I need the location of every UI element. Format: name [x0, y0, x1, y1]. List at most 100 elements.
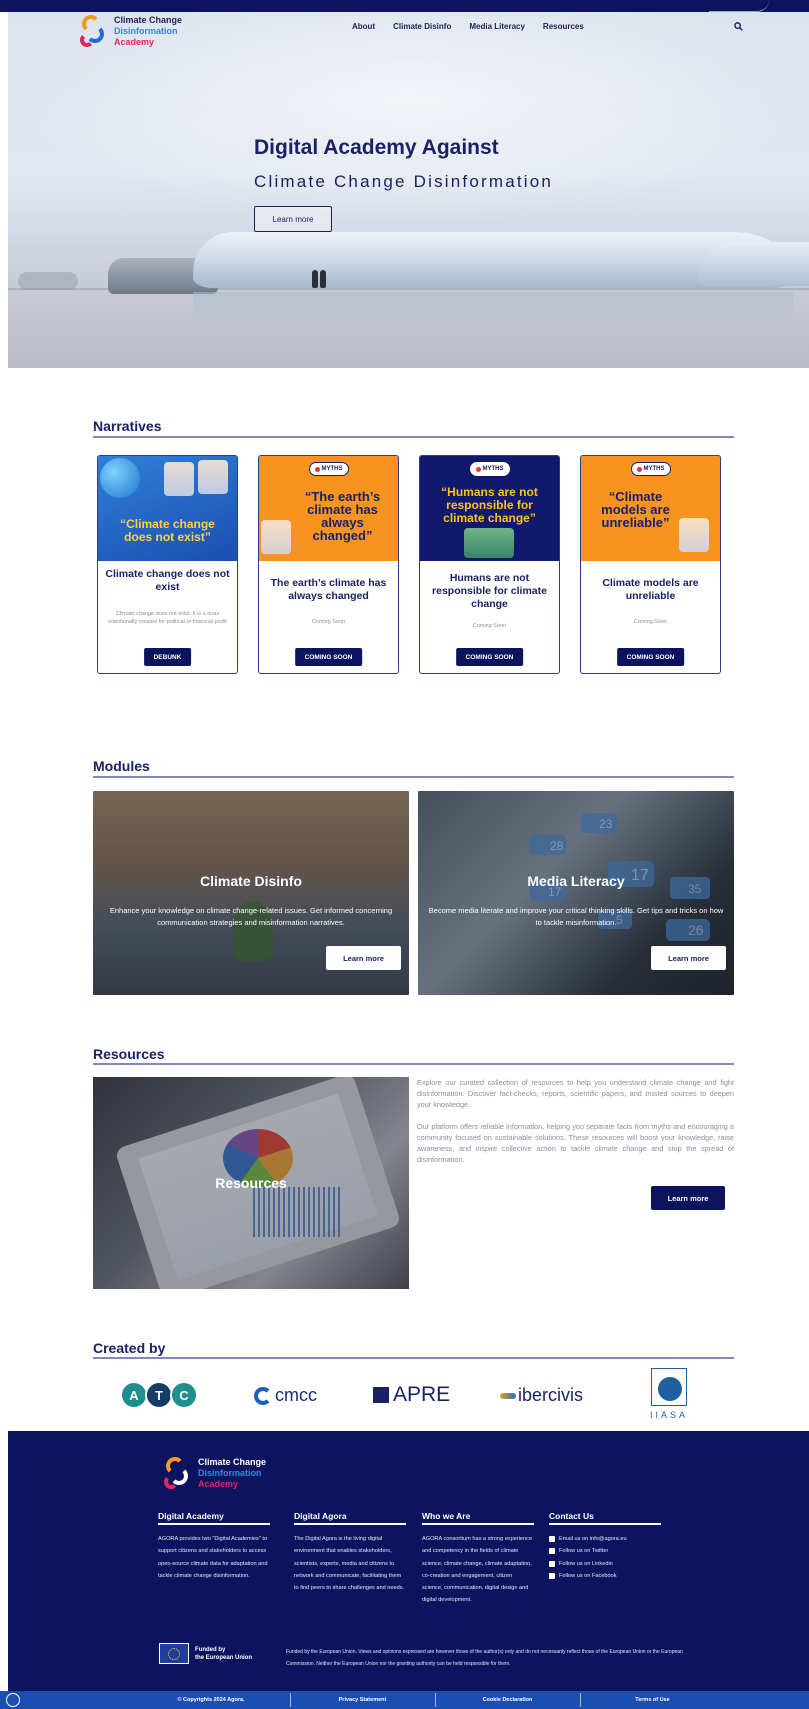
iceberg-reflection [193, 292, 793, 322]
cmcc-wordmark: cmcc [275, 1385, 317, 1405]
narrative-card-image: “Climate change does not exist” [98, 456, 237, 561]
penguin-figure [320, 270, 326, 288]
cmcc-ring-icon [254, 1386, 272, 1405]
site-footer: Climate Change Disinformation Academy Di… [8, 1431, 809, 1691]
coming-soon-button[interactable]: COMING SOON [455, 648, 524, 666]
penguin-figure [312, 270, 318, 288]
coming-soon-button[interactable]: COMING SOON [616, 648, 685, 666]
person-illustration [679, 518, 709, 552]
narrative-card-image: MYTHS “Climate models are unreliable” [581, 456, 720, 561]
nav-resources[interactable]: Resources [543, 22, 584, 31]
atc-letter: A [120, 1381, 148, 1409]
privacy-link[interactable]: Privacy Statement [290, 1691, 435, 1709]
nav-climate-disinfo[interactable]: Climate Disinfo [393, 22, 451, 31]
debunk-button[interactable]: DEBUNK [143, 648, 192, 666]
logo-line-3: Academy [198, 1478, 239, 1489]
logo-line-2: Disinformation [114, 25, 178, 36]
contact-label: Follow us on Linkedin [559, 1560, 613, 1567]
globe-icon [100, 458, 140, 498]
iiasa-logo[interactable]: IIASA [648, 1368, 690, 1424]
footer-column-digital-academy: Digital Academy AGORA provides two "Digi… [158, 1511, 270, 1582]
narrative-card-desc: Coming Soon [311, 619, 346, 625]
narrative-card-desc: Coming Soon [472, 623, 507, 629]
narrative-card-title: Climate models are unreliable [602, 577, 699, 602]
hero-learn-more-button[interactable]: Learn more [254, 206, 332, 232]
module-learn-more-button[interactable]: Learn more [651, 946, 726, 970]
contact-label: Email us on info@agora.eu [559, 1536, 627, 1542]
resources-rule [93, 1063, 734, 1065]
nav-about[interactable]: About [352, 22, 375, 31]
contact-label: Follow us on Twitter [559, 1548, 609, 1555]
site-logo[interactable]: Climate Change Disinformation Academy [78, 13, 182, 49]
iiasa-wordmark: IIASA [649, 1410, 688, 1420]
modules-rule [93, 776, 734, 778]
nav-media-literacy[interactable]: Media Literacy [469, 22, 525, 31]
search-icon[interactable] [734, 22, 743, 31]
footer-column-who-we-are: Who we Are AGORA consortium has a strong… [422, 1511, 534, 1607]
alert-dot-icon [475, 466, 481, 472]
footer-column-body: The Digital Agora is the living digital … [294, 1536, 405, 1592]
cmcc-logo[interactable]: cmcc [254, 1385, 317, 1406]
ibercivis-wordmark: ibercivis [518, 1385, 584, 1405]
twitter-icon [549, 1548, 555, 1555]
ibercivis-logo[interactable]: ibercivis [500, 1385, 583, 1406]
resources-learn-more-button[interactable]: Learn more [651, 1186, 725, 1210]
resources-paragraph-2: Our platform offers reliable information… [417, 1122, 734, 1164]
eu-disclaimer: Funded by the European Union. Views and … [286, 1649, 683, 1667]
narrative-card[interactable]: MYTHS “The earth’s climate has always ch… [258, 455, 399, 674]
contact-linkedin-link[interactable]: Follow us on Linkedin [549, 1558, 661, 1570]
contact-facebook-link[interactable]: Follow us on Facebook [549, 1570, 661, 1582]
module-learn-more-button[interactable]: Learn more [326, 946, 401, 970]
module-card-media-literacy[interactable]: 23 28 17 17 35 5 26 Media Literacy Becom… [418, 791, 734, 995]
narrative-card-image: MYTHS “Humans are not responsible for cl… [420, 456, 559, 561]
linkedin-icon [549, 1560, 555, 1567]
accessibility-icon[interactable] [6, 1693, 20, 1707]
logo-line-1: Climate Change [114, 14, 183, 25]
logo-text: Climate Change Disinformation Academy [114, 15, 182, 48]
logo-line-3: Academy [114, 36, 155, 47]
resources-image-card[interactable]: Resources [93, 1077, 409, 1289]
person-illustration [261, 520, 291, 554]
email-icon [549, 1536, 555, 1543]
atc-logo[interactable]: A T C [120, 1381, 198, 1409]
eu-funding-badge: Funded by the European Union [159, 1643, 252, 1664]
copyright-text: © Copyrights 2024 Agora. [177, 1697, 245, 1703]
footer-column-heading: Digital Agora [294, 1511, 406, 1525]
contact-email-link[interactable]: Email us on info@agora.eu [549, 1533, 661, 1545]
resources-image-title: Resources [215, 1175, 287, 1191]
narrative-card-title: Humans are not responsible for climate c… [432, 572, 547, 610]
footer-column-heading: Who we Are [422, 1511, 534, 1525]
module-desc: Become media literate and improve your c… [428, 906, 724, 927]
eu-funding-label: Funded by the European Union [195, 1646, 252, 1662]
narrative-card[interactable]: MYTHS “Humans are not responsible for cl… [419, 455, 560, 674]
module-title: Media Literacy [527, 873, 625, 889]
facebook-icon [549, 1573, 555, 1580]
cookie-link[interactable]: Cookie Declaration [435, 1691, 580, 1709]
atc-letter: T [145, 1381, 173, 1409]
apre-square-icon [373, 1387, 389, 1403]
logo-line-2: Disinformation [198, 1467, 262, 1478]
contact-label: Follow us on Facebook [559, 1572, 617, 1579]
bottom-bar: © Copyrights 2024 Agora. Privacy Stateme… [0, 1691, 809, 1709]
module-card-climate-disinfo[interactable]: Climate Disinfo Enhance your knowledge o… [93, 791, 409, 995]
alert-dot-icon [314, 466, 320, 472]
ibercivis-swoosh-icon [500, 1392, 516, 1399]
narratives-heading: Narratives [93, 418, 162, 434]
narrative-card[interactable]: MYTHS “Climate models are unreliable” Cl… [580, 455, 721, 674]
apre-logo[interactable]: APRE [373, 1383, 450, 1407]
footer-column-digital-agora: Digital Agora The Digital Agora is the l… [294, 1511, 406, 1594]
coming-soon-button[interactable]: COMING SOON [294, 648, 363, 666]
narrative-card-title: Climate change does not exist [105, 568, 230, 593]
logo-mark-icon [162, 1455, 192, 1491]
main-nav: About Climate Disinfo Media Literacy Res… [352, 22, 584, 31]
contact-twitter-link[interactable]: Follow us on Twitter [549, 1545, 661, 1557]
plant-illustration [464, 528, 514, 558]
myths-badge-label: MYTHS [321, 465, 343, 472]
narrative-card[interactable]: “Climate change does not exist” Climate … [97, 455, 238, 674]
footer-logo[interactable]: Climate Change Disinformation Academy [162, 1455, 266, 1491]
terms-link[interactable]: Terms of Use [580, 1691, 725, 1709]
narrative-card-title: The earth’s climate has always changed [270, 577, 387, 602]
footer-column-body: AGORA consortium has a strong experience… [422, 1536, 533, 1604]
logo-text: Climate Change Disinformation Academy [198, 1457, 266, 1490]
myths-badge: MYTHS [630, 462, 671, 476]
